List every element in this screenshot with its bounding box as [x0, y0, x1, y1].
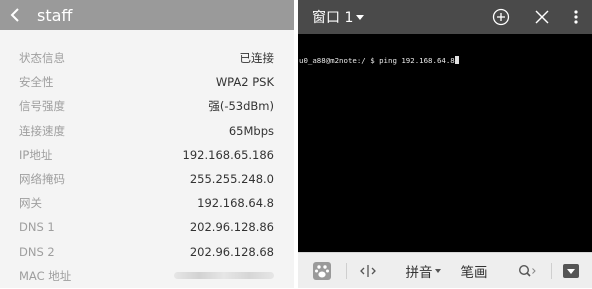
- info-label: 连接速度: [19, 123, 65, 138]
- terminal-line: u0_a88@m2note:/ $ ping 192.168.64.8: [298, 56, 592, 65]
- typed-command: ping 192.168.64.8: [379, 56, 455, 65]
- info-value: 192.168.64.8: [197, 196, 274, 211]
- ime-toolbar: 拼音 笔画: [298, 252, 592, 288]
- info-value: 65Mbps: [228, 123, 274, 138]
- info-label: 网关: [19, 196, 42, 211]
- info-label: DNS 2: [19, 244, 55, 259]
- info-label: 信号强度: [19, 99, 65, 114]
- info-label: 网络掩码: [19, 172, 65, 187]
- separator: [551, 263, 552, 279]
- window-title: 窗口 1: [312, 10, 354, 26]
- plus-circle-icon[interactable]: [491, 7, 511, 27]
- info-value: 255.255.248.0: [189, 172, 274, 187]
- terminal-toolbar: 窗口 1: [298, 0, 592, 34]
- pinyin-mode-button[interactable]: 拼音: [402, 253, 444, 289]
- info-label: MAC 地址: [19, 268, 72, 283]
- info-label: DNS 1: [19, 220, 55, 235]
- info-value: 202.96.128.68: [189, 244, 274, 259]
- close-icon[interactable]: [532, 7, 552, 27]
- stroke-mode-button[interactable]: 笔画: [456, 253, 492, 289]
- mac-address-redacted: [174, 272, 274, 280]
- info-label: 状态信息: [19, 51, 65, 66]
- info-row-dns1: DNS 1 202.96.128.86: [0, 215, 294, 239]
- stroke-label: 笔画: [460, 265, 488, 281]
- info-row-status: 状态信息 已连接: [0, 46, 294, 70]
- wifi-details-panel: staff 状态信息 已连接 安全性 WPA2 PSK 信号强度 强(-53dB…: [0, 0, 294, 288]
- info-value: WPA2 PSK: [215, 75, 274, 90]
- info-row-ip: IP地址 192.168.65.186: [0, 143, 294, 167]
- info-value: 强(-53dBm): [208, 99, 274, 114]
- baidu-paw-icon[interactable]: [308, 253, 336, 289]
- info-row-security: 安全性 WPA2 PSK: [0, 70, 294, 94]
- shell-prompt: u0_a88@m2note:/ $: [299, 56, 380, 65]
- info-row-mac: MAC 地址: [0, 264, 294, 288]
- terminal-panel: 窗口 1 u0_a88@m2note:/ $ ping 192.168.64.8…: [298, 0, 592, 288]
- terminal-output[interactable]: u0_a88@m2note:/ $ ping 192.168.64.8: [298, 38, 592, 250]
- network-info-list: 状态信息 已连接 安全性 WPA2 PSK 信号强度 强(-53dBm) 连接速…: [0, 46, 294, 288]
- more-vertical-icon[interactable]: [566, 7, 586, 27]
- info-row-dns2: DNS 2 202.96.128.68: [0, 240, 294, 264]
- chevron-left-icon[interactable]: [0, 0, 30, 30]
- info-value: 已连接: [239, 51, 275, 66]
- pinyin-label: 拼音: [405, 265, 433, 281]
- info-value: 202.96.128.86: [189, 220, 274, 235]
- info-label: 安全性: [19, 75, 54, 90]
- info-row-netmask: 网络掩码 255.255.248.0: [0, 167, 294, 191]
- window-selector[interactable]: 窗口 1: [312, 7, 365, 27]
- dropdown-caret-icon: [356, 14, 365, 20]
- search-icon[interactable]: [512, 253, 542, 289]
- info-value: 192.168.65.186: [182, 147, 274, 162]
- cursor-move-icon[interactable]: [356, 253, 380, 289]
- info-label: IP地址: [19, 147, 53, 162]
- info-row-signal: 信号强度 强(-53dBm): [0, 94, 294, 118]
- info-row-speed: 连接速度 65Mbps: [0, 119, 294, 143]
- separator: [346, 263, 347, 279]
- keyboard-hide-icon[interactable]: [559, 253, 583, 289]
- text-cursor: [454, 56, 459, 64]
- network-name-title: staff: [37, 5, 73, 25]
- dropdown-caret-icon: [434, 269, 441, 273]
- header-bar: staff: [0, 0, 294, 30]
- info-row-gateway: 网关 192.168.64.8: [0, 191, 294, 215]
